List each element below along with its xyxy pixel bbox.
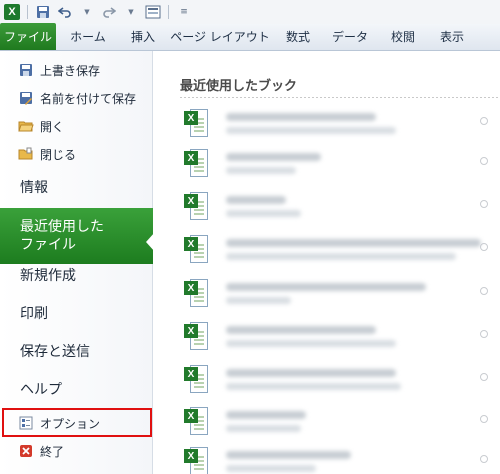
recent-file-item[interactable]: X [184, 186, 494, 226]
undo-dropdown-icon[interactable]: ▼ [77, 3, 97, 21]
close-command-label: 閉じる [40, 147, 77, 162]
section-save-send-label: 保存と送信 [20, 344, 90, 360]
section-help[interactable]: ヘルプ [0, 370, 153, 408]
tab-home[interactable]: ホーム [56, 23, 120, 50]
section-recent-label: 最近使用した ファイル [20, 218, 130, 254]
pin-icon[interactable] [480, 455, 488, 463]
save-command-label: 上書き保存 [40, 63, 101, 78]
redacted-file-info [226, 152, 321, 174]
customize-qat-icon[interactable]: ≡ [174, 3, 194, 21]
redacted-file-info [226, 282, 426, 304]
close-folder-icon [18, 146, 34, 162]
pin-icon[interactable] [480, 117, 488, 125]
open-folder-icon [18, 118, 34, 134]
pin-icon[interactable] [480, 157, 488, 165]
pin-icon[interactable] [480, 330, 488, 338]
save-as-command-label: 名前を付けて保存 [40, 91, 137, 106]
toolbar-separator [168, 5, 169, 19]
excel-file-icon: X [184, 365, 208, 393]
pin-icon[interactable] [480, 200, 488, 208]
tab-file[interactable]: ファイル [0, 23, 56, 50]
redacted-file-info [226, 195, 301, 217]
excel-file-icon: X [184, 149, 208, 177]
excel-file-icon: X [184, 407, 208, 435]
recent-file-item[interactable]: X [184, 143, 494, 183]
excel-file-icon: X [184, 192, 208, 220]
redo-dropdown-icon[interactable]: ▼ [121, 3, 141, 21]
ribbon-tabs: ファイル ホーム 挿入 ページ レイアウト 数式 データ 校閲 表示 [0, 23, 500, 51]
exit-icon [18, 443, 34, 459]
recent-workbooks-heading: 最近使用したブック [180, 79, 298, 94]
redacted-file-info [226, 325, 396, 347]
section-new[interactable]: 新規作成 [0, 256, 153, 294]
tab-data[interactable]: データ [322, 23, 378, 50]
pin-icon[interactable] [480, 415, 488, 423]
tab-view[interactable]: 表示 [428, 23, 476, 50]
save-icon[interactable] [33, 3, 53, 21]
section-print[interactable]: 印刷 [0, 294, 153, 332]
section-recent-line2: ファイル [20, 237, 76, 253]
exit-command[interactable]: 終了 [0, 437, 153, 465]
recent-file-item[interactable]: X [184, 229, 494, 269]
pin-icon[interactable] [480, 287, 488, 295]
form-icon[interactable] [143, 3, 163, 21]
section-save-send[interactable]: 保存と送信 [0, 332, 153, 370]
excel-app-icon[interactable]: X [2, 3, 22, 21]
redacted-file-info [226, 368, 401, 390]
options-highlight-box [2, 408, 152, 437]
excel-file-icon: X [184, 322, 208, 350]
recent-file-item[interactable]: X [184, 316, 494, 356]
excel-file-icon: X [184, 279, 208, 307]
redacted-file-info [226, 410, 306, 432]
close-command[interactable]: 閉じる [0, 140, 153, 168]
tab-page-layout[interactable]: ページ レイアウト [166, 23, 274, 50]
redo-icon[interactable] [99, 3, 119, 21]
tab-review[interactable]: 校閲 [378, 23, 428, 50]
section-help-label: ヘルプ [20, 382, 62, 398]
save-as-command[interactable]: 名前を付けて保存 [0, 84, 153, 112]
pin-icon[interactable] [480, 243, 488, 251]
section-print-label: 印刷 [20, 306, 48, 322]
open-command[interactable]: 開く [0, 112, 153, 140]
tab-insert[interactable]: 挿入 [120, 23, 166, 50]
excel-file-icon: X [184, 447, 208, 474]
recent-workbooks-pane: 最近使用したブック X X X X X X X X X [154, 51, 500, 474]
recent-file-item[interactable]: X [184, 401, 494, 441]
open-command-label: 開く [40, 119, 65, 134]
save-as-icon [18, 90, 34, 106]
section-new-label: 新規作成 [20, 268, 76, 284]
recent-file-item[interactable]: X [184, 103, 494, 143]
tab-formulas[interactable]: 数式 [274, 23, 322, 50]
section-recent-line1: 最近使用した [20, 218, 104, 235]
exit-command-label: 終了 [40, 444, 65, 459]
heading-divider [180, 97, 500, 98]
recent-file-item[interactable]: X [184, 273, 494, 313]
section-info[interactable]: 情報 [0, 168, 153, 206]
pin-icon[interactable] [480, 373, 488, 381]
excel-file-icon: X [184, 235, 208, 263]
redacted-file-info [226, 112, 396, 134]
undo-icon[interactable] [55, 3, 75, 21]
redacted-file-info [226, 450, 351, 472]
section-info-label: 情報 [20, 180, 48, 196]
save-icon [18, 62, 34, 78]
recent-file-item[interactable]: X [184, 359, 494, 399]
recent-file-item[interactable]: X [184, 441, 494, 474]
save-command[interactable]: 上書き保存 [0, 56, 153, 84]
quick-access-toolbar: X ▼ ▼ ≡ [0, 0, 500, 24]
toolbar-separator [27, 5, 28, 19]
redacted-file-info [226, 238, 481, 260]
excel-file-icon: X [184, 109, 208, 137]
